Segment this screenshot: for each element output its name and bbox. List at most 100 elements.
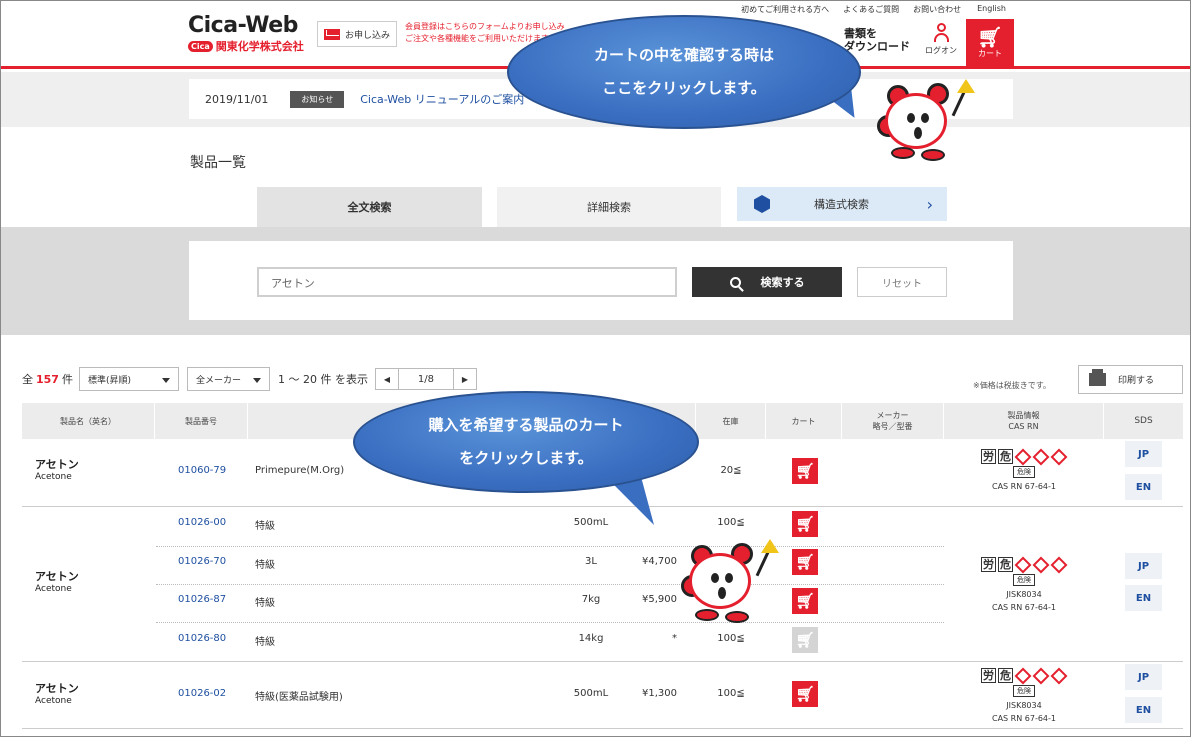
product-code-link[interactable]: 01026-80 [178,633,226,644]
product-capacity: 14kg [578,633,604,644]
exclamation-hazard-icon [1032,667,1050,684]
product-info: 労 危 危険 JISK8034 CAS RN 67-64-1 [971,667,1077,725]
cart-icon: 🛒︎ [795,515,815,533]
cas-number: CAS RN 67-64-1 [992,482,1056,491]
sds-jp-button[interactable]: JP [1125,664,1162,690]
product-grade: 特級 [255,560,275,571]
tab-full-text-search[interactable]: 全文検索 [257,187,482,227]
top-link-english[interactable]: English [977,4,1006,15]
callout-cart-check: カートの中を確認する時は ここをクリックします。 [507,15,861,129]
product-capacity: 3L [585,556,597,567]
tab-structure-search[interactable]: 構造式検索 › [737,187,947,221]
product-name: アセトン Acetone [35,458,79,483]
news-tag: お知らせ [290,90,345,108]
product-grade: 特級(医薬品試験用) [255,692,343,703]
add-to-cart-button[interactable]: 🛒︎ [792,549,818,575]
exclamation-hazard-icon [1032,556,1050,573]
screenshot-frame: Cica-Web Cica 関東化学株式会社 お申し込み 会員登録はこちらのフォ… [0,0,1191,737]
sds-en-button[interactable]: EN [1125,585,1162,611]
document-download-link[interactable]: 書類を ダウンロード [844,27,910,53]
maker-select[interactable]: 全メーカー [186,367,270,391]
cas-number: CAS RN 67-64-1 [992,603,1056,612]
product-grade: 特級 [255,598,275,609]
company-name: 関東化学株式会社 [215,40,304,53]
product-grade: Primepure(M.Org) [255,465,345,476]
news-link[interactable]: Cica-Web リニューアルのご案内 [360,91,524,107]
sort-select[interactable]: 標準(昇順) [78,367,179,391]
top-links: 初めてご利用される方へ よくあるご質問 お問い合わせ English [741,4,1006,15]
hexagon-icon [754,195,770,213]
search-panel: アセトン 検索する リセット [189,241,1013,320]
cart-icon: 🛒︎ [977,25,1003,49]
product-stock: 100≦ [717,517,745,528]
top-link-contact[interactable]: お問い合わせ [913,4,961,15]
product-name: アセトン Acetone [35,682,79,707]
sds-en-button[interactable]: EN [1125,474,1162,500]
mascot-illustration [877,79,975,167]
print-button[interactable]: 印刷する [1078,365,1183,394]
add-to-cart-button[interactable]: 🛒︎ [792,511,818,537]
product-info: 労 危 危険 JISK8034 CAS RN 67-64-1 [971,556,1077,614]
add-to-cart-button-disabled: 🛒︎ [792,627,818,653]
chevron-right-icon: › [926,195,933,214]
search-input[interactable]: アセトン [257,267,677,297]
product-price: ¥5,900 [642,594,677,605]
signal-word: 危険 [1013,685,1035,697]
cart-icon: 🛒︎ [795,631,815,649]
product-price: * [672,633,677,644]
health-hazard-icon [1050,667,1068,684]
page-indicator[interactable]: 1/8 [398,368,453,390]
printer-icon [1089,369,1106,386]
flame-hazard-icon [1014,556,1032,573]
prev-page-button[interactable]: ◀ [374,368,399,390]
add-to-cart-button[interactable]: 🛒︎ [792,458,818,484]
add-to-cart-button[interactable]: 🛒︎ [792,681,818,707]
result-count: 157 [36,372,59,386]
col-code: 製品番号 [155,403,248,439]
product-price: ¥4,700 [642,556,677,567]
header-cart-button[interactable]: 🛒︎ カート [966,19,1014,69]
cart-icon: 🛒︎ [795,592,815,610]
sds-en-button[interactable]: EN [1125,697,1162,723]
sds-jp-button[interactable]: JP [1125,553,1162,579]
search-button[interactable]: 検索する [692,267,842,297]
product-code-link[interactable]: 01060-79 [178,465,226,476]
next-page-button[interactable]: ▶ [452,368,477,390]
tab-detail-search[interactable]: 詳細検索 [497,187,721,227]
product-code-link[interactable]: 01026-87 [178,594,226,605]
product-stock: 20≦ [720,465,742,476]
top-link-guide[interactable]: 初めてご利用される方へ [741,4,829,15]
login-button[interactable]: ログオン [919,23,963,56]
logo-wordmark: Cica-Web [188,13,298,38]
product-stock: 100≦ [717,688,745,699]
add-to-cart-button[interactable]: 🛒︎ [792,588,818,614]
news-date: 2019/11/01 [205,92,269,106]
user-icon [933,23,949,43]
product-info: 労 危 危険 CAS RN 67-64-1 [971,448,1077,493]
top-link-faq[interactable]: よくあるご質問 [843,4,899,15]
col-name: 製品名（英名） [22,403,155,439]
sds-jp-button[interactable]: JP [1125,441,1162,467]
flame-hazard-icon [1014,448,1032,465]
product-code-link[interactable]: 01026-00 [178,517,226,528]
health-hazard-icon [1050,556,1068,573]
jis-number: JISK8034 [1006,701,1042,710]
site-logo[interactable]: Cica-Web Cica 関東化学株式会社 [188,13,304,54]
pager: ◀ 1/8 ▶ [374,368,477,390]
arrow-up-icon [957,79,975,93]
product-capacity: 500mL [573,517,609,528]
reset-button[interactable]: リセット [857,267,947,297]
product-price: ¥1,300 [642,688,677,699]
product-grade: 特級 [255,637,275,648]
product-name: アセトン Acetone [35,570,79,595]
col-cart: カート [766,403,842,439]
tax-note: ※価格は税抜きです。 [973,381,1051,390]
cart-icon: 🛒︎ [795,462,815,480]
result-range: 1 ～ 20 件 を表示 [277,373,368,386]
cart-icon: 🛒︎ [795,553,815,571]
signal-word: 危険 [1013,574,1035,586]
cas-number: CAS RN 67-64-1 [992,714,1056,723]
product-code-link[interactable]: 01026-02 [178,688,226,699]
apply-button[interactable]: お申し込み [317,21,397,47]
product-code-link[interactable]: 01026-70 [178,556,226,567]
